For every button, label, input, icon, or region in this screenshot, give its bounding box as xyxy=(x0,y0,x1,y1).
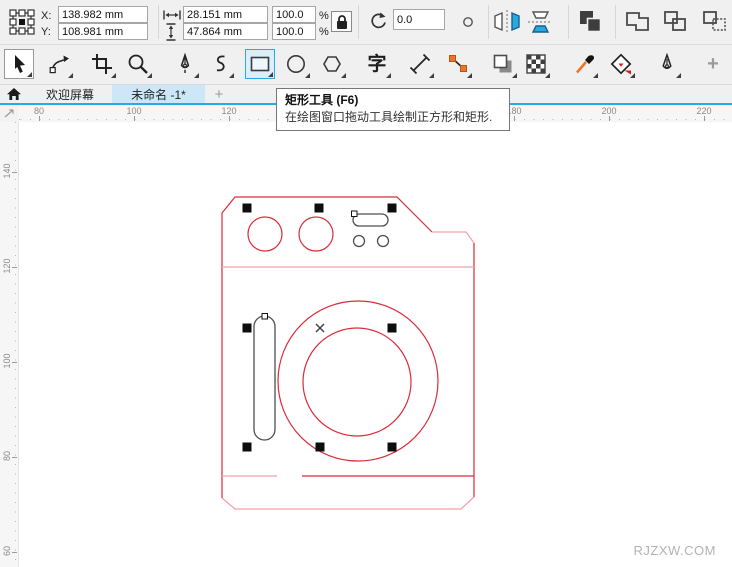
small-button-circle-right[interactable] xyxy=(378,236,389,247)
node-handle[interactable] xyxy=(352,211,358,217)
node-handle[interactable] xyxy=(262,314,268,320)
selection-handle[interactable] xyxy=(316,443,325,452)
selection-handle[interactable] xyxy=(243,443,252,452)
outline-top-edge[interactable] xyxy=(222,197,432,232)
outline-bottom-edge[interactable] xyxy=(222,497,474,509)
display-slot-shape[interactable] xyxy=(353,214,388,226)
tooltip-title: 矩形工具 (F6) xyxy=(285,92,501,109)
selection-handle[interactable] xyxy=(388,324,397,333)
outline-step-edge[interactable] xyxy=(432,232,474,243)
tooltip-description: 在绘图窗口拖动工具绘制正方形和矩形. xyxy=(285,109,501,125)
door-inner-circle[interactable] xyxy=(303,328,411,436)
selection-handle[interactable] xyxy=(243,204,252,213)
selection-handle[interactable] xyxy=(388,443,397,452)
selection-center-marker[interactable] xyxy=(316,324,324,332)
knob-circle-right[interactable] xyxy=(299,217,333,251)
selection-handle[interactable] xyxy=(315,204,324,213)
door-outer-circle[interactable] xyxy=(278,301,438,461)
small-button-circle-left[interactable] xyxy=(354,236,365,247)
rectangle-tool-tooltip: 矩形工具 (F6) 在绘图窗口拖动工具绘制正方形和矩形. xyxy=(276,88,510,131)
watermark-text: RJZXW.COM xyxy=(634,543,717,558)
selection-handle[interactable] xyxy=(243,324,252,333)
drawing-layer xyxy=(0,0,732,567)
knob-circle-left[interactable] xyxy=(248,217,282,251)
selection-handle[interactable] xyxy=(388,204,397,213)
handle-pill-shape[interactable] xyxy=(254,316,275,440)
